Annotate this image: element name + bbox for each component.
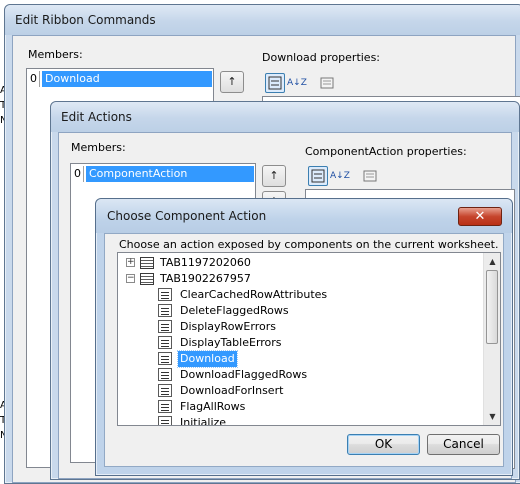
dialog-client: Choose an action exposed by components o… xyxy=(104,233,504,467)
tree-node-label: Download xyxy=(177,350,238,368)
categorized-icon xyxy=(311,169,325,183)
action-icon xyxy=(158,288,172,301)
table-icon xyxy=(140,273,154,285)
tree-node-label: DisplayTableErrors xyxy=(180,336,282,349)
sort-alpha-button[interactable]: A↓Z xyxy=(329,166,350,186)
property-pages-button[interactable] xyxy=(317,73,337,93)
dialog-title: Choose Component Action xyxy=(107,209,267,223)
tree-node-label: ClearCachedRowAttributes xyxy=(180,288,328,301)
properties-label: ComponentAction properties: xyxy=(305,145,467,158)
close-button[interactable]: ✕ xyxy=(458,207,502,226)
property-pages-icon xyxy=(363,170,377,182)
cancel-button[interactable]: Cancel xyxy=(427,434,500,455)
properties-label: Download properties: xyxy=(262,51,381,64)
dialog-title: Edit Ribbon Commands xyxy=(15,13,156,27)
action-icon xyxy=(158,400,172,413)
item-index: 0 xyxy=(28,71,40,87)
table-icon xyxy=(140,257,154,269)
action-icon xyxy=(158,384,172,397)
members-label: Members: xyxy=(71,141,126,154)
scroll-down-icon[interactable]: ▼ xyxy=(484,408,500,425)
dialog-titlebar: Edit Ribbon Commands xyxy=(5,5,520,35)
members-label: Members: xyxy=(28,48,83,61)
categorized-view-button[interactable] xyxy=(265,73,285,93)
tree-node-label: DownloadForInsert xyxy=(180,384,284,397)
item-label: Download xyxy=(42,71,212,87)
choose-component-action-dialog: Choose Component Action ✕ Choose an acti… xyxy=(95,198,513,476)
dialog-title: Edit Actions xyxy=(61,110,132,124)
tree-node-label: Initialize xyxy=(180,416,227,426)
move-up-button[interactable]: ↑ xyxy=(220,71,244,93)
categorized-view-button[interactable] xyxy=(308,166,328,186)
instruction-text: Choose an action exposed by components o… xyxy=(119,238,499,251)
tree-node-label: TAB1902267957 xyxy=(160,272,251,285)
sort-alpha-button[interactable]: A↓Z xyxy=(286,73,307,93)
collapse-icon[interactable]: − xyxy=(126,274,135,283)
tree-node-label: DownloadFlaggedRows xyxy=(180,368,308,381)
list-item[interactable]: 0 Download xyxy=(28,71,212,87)
scroll-up-icon[interactable]: ▲ xyxy=(484,253,500,270)
item-index: 0 xyxy=(72,166,84,182)
action-icon xyxy=(158,320,172,333)
expand-icon[interactable]: + xyxy=(126,258,135,267)
item-label: ComponentAction xyxy=(86,166,254,182)
scrollbar-thumb[interactable] xyxy=(486,270,498,344)
property-pages-button[interactable] xyxy=(360,166,380,186)
action-icon xyxy=(158,352,172,365)
ok-button[interactable]: OK xyxy=(347,434,420,455)
action-icon xyxy=(158,368,172,381)
list-item[interactable]: 0 ComponentAction xyxy=(72,166,254,182)
tree-node-label: TAB1197202060 xyxy=(160,256,251,269)
action-icon xyxy=(158,304,172,317)
component-action-tree[interactable]: + TAB1197202060 − TAB1902267957 ClearCac… xyxy=(117,252,501,426)
close-icon: ✕ xyxy=(474,209,486,224)
tree-node-label: DeleteFlaggedRows xyxy=(180,304,289,317)
dialog-titlebar: Choose Component Action ✕ xyxy=(96,199,512,233)
tree-vertical-scrollbar[interactable]: ▲ ▼ xyxy=(483,253,500,425)
tree-node-label: FlagAllRows xyxy=(180,400,246,413)
action-icon xyxy=(158,336,172,349)
move-up-button[interactable]: ↑ xyxy=(262,165,286,187)
property-pages-icon xyxy=(320,77,334,89)
categorized-icon xyxy=(268,76,282,90)
tree-node-label: DisplayRowErrors xyxy=(180,320,276,333)
dialog-titlebar: Edit Actions xyxy=(51,102,519,132)
action-icon xyxy=(158,416,172,425)
